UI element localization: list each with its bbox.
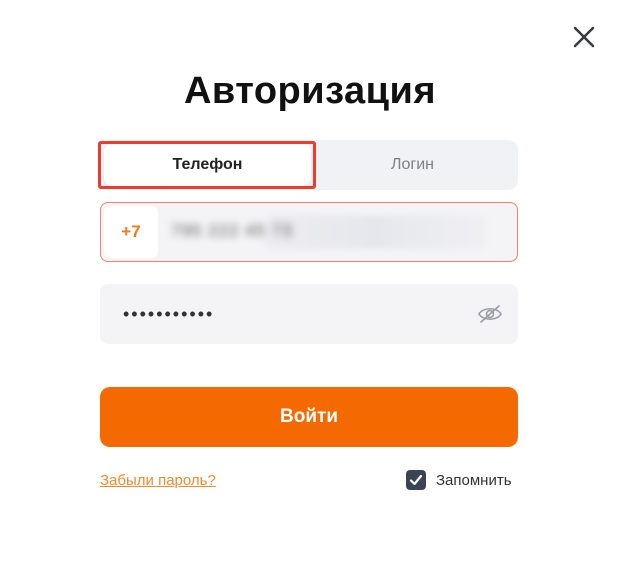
- tab-login[interactable]: Логин: [311, 144, 514, 186]
- login-button[interactable]: Войти: [100, 387, 518, 447]
- password-field[interactable]: •••••••••••: [100, 284, 518, 344]
- password-value: •••••••••••: [123, 304, 215, 324]
- tab-phone[interactable]: Телефон: [104, 144, 311, 186]
- eye-off-icon[interactable]: [477, 303, 503, 325]
- phone-blur-mask: [266, 215, 486, 249]
- close-icon[interactable]: [571, 24, 597, 50]
- auth-tabs: Телефон Логин: [100, 140, 518, 190]
- phone-field[interactable]: +7 795 222 45 73: [100, 202, 518, 262]
- forgot-password-link[interactable]: Забыли пароль?: [100, 472, 216, 489]
- check-icon[interactable]: [406, 470, 426, 490]
- remember-label: Запомнить: [436, 471, 512, 489]
- phone-value: 795 222 45 73: [171, 221, 293, 240]
- phone-prefix[interactable]: +7: [104, 206, 158, 258]
- remember-me-toggle[interactable]: Запомнить: [406, 470, 512, 490]
- dialog-title: Авторизация: [183, 70, 437, 112]
